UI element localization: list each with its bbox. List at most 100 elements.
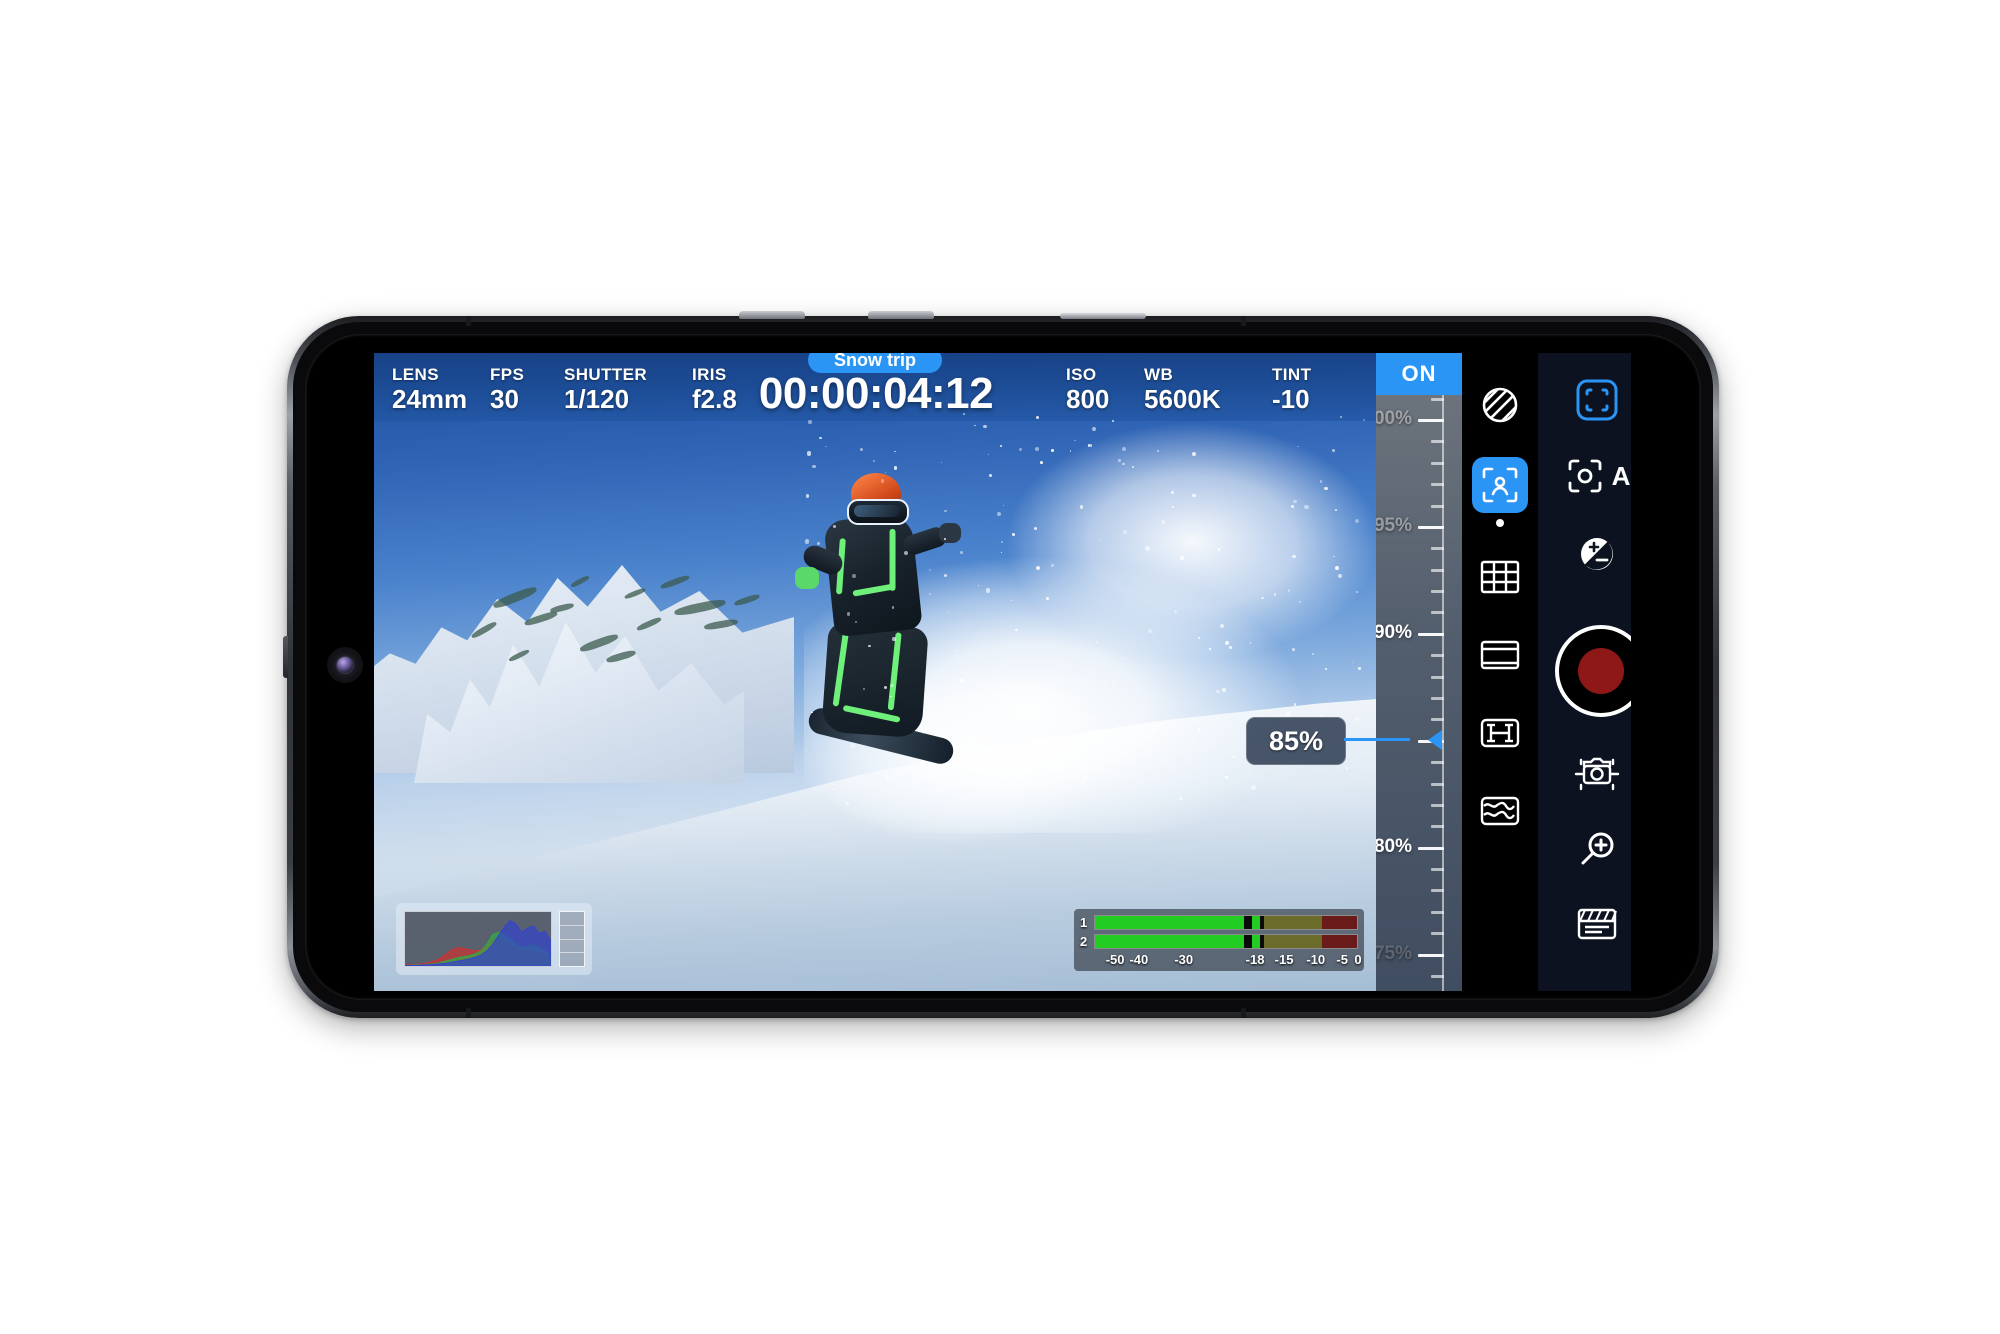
camera-control-bar[interactable]: A xyxy=(1538,353,1631,991)
safe-area-icon[interactable] xyxy=(1472,705,1528,761)
slider-tick-minor xyxy=(1431,397,1444,401)
hud-field-iso: ISO 800 xyxy=(1066,365,1109,414)
snow-particle xyxy=(806,451,812,456)
zebra-icon[interactable] xyxy=(1472,377,1528,433)
hud-value-tint: -10 xyxy=(1272,384,1310,414)
audio-seg-red xyxy=(1321,934,1357,948)
snow-particle xyxy=(1293,499,1297,503)
snow-particle xyxy=(1339,415,1342,418)
hud-value-lens: 24mm xyxy=(392,384,468,414)
snow-particle xyxy=(1034,685,1037,687)
snow-particle xyxy=(985,588,991,593)
histogram-channel-buttons[interactable] xyxy=(559,911,585,967)
slider-handle[interactable] xyxy=(1428,729,1442,750)
jacket-stripe xyxy=(852,583,895,597)
snow-particle xyxy=(852,574,856,578)
snow-particle xyxy=(1261,597,1264,600)
overlay-toggle-column[interactable] xyxy=(1462,353,1538,991)
snow-particle xyxy=(1096,640,1099,643)
snow-particle xyxy=(805,494,809,498)
face-detect-icon[interactable] xyxy=(1472,457,1528,513)
hud-field-lens: LENS 24mm xyxy=(392,365,467,414)
snowboarder-subject xyxy=(795,473,961,773)
slider-tick-minor xyxy=(1431,932,1444,936)
rgb-histogram[interactable] xyxy=(396,903,592,975)
audio-channel-label: 2 xyxy=(1080,933,1088,949)
snow-particle xyxy=(1355,591,1358,593)
snow-particle xyxy=(1122,529,1127,534)
magnify-button[interactable] xyxy=(1538,829,1631,871)
snow-particle xyxy=(1118,459,1121,462)
hud-label-wb: WB xyxy=(1144,365,1174,384)
record-indicator xyxy=(1578,648,1624,694)
slider-value-tooltip: 85% xyxy=(1246,716,1346,765)
snow-particle xyxy=(947,611,949,613)
hud-value-wb: 5600K xyxy=(1144,384,1221,414)
snow-particle xyxy=(1225,775,1229,779)
snow-particle xyxy=(1332,448,1335,452)
letterbox-icon[interactable] xyxy=(1472,627,1528,683)
power-button[interactable] xyxy=(1060,313,1146,319)
audio-scale-label: -18 xyxy=(1245,952,1265,967)
snow-particle xyxy=(1293,703,1297,706)
snow-particle xyxy=(890,683,894,688)
slider-scale[interactable]: 100% 95% 90% 80% 75% xyxy=(1376,395,1462,991)
false-color-icon[interactable] xyxy=(1472,783,1528,839)
snow-particle xyxy=(960,551,964,554)
snow-particle xyxy=(1179,797,1182,800)
snow-particle xyxy=(983,424,987,429)
volume-down-button[interactable] xyxy=(868,311,934,319)
audio-level-meter[interactable]: 1 2 -50 -40 -30 -18 -15 -10 -5 0 xyxy=(1074,909,1364,971)
snow-particle xyxy=(884,471,886,474)
goggle-lens xyxy=(854,505,900,517)
antenna-seam xyxy=(466,316,471,326)
audio-scale-label: -30 xyxy=(1174,952,1194,967)
snow-particle xyxy=(1131,465,1134,468)
slider-tick-minor xyxy=(1431,782,1444,786)
hud-field-shutter: SHUTTER 1/120 xyxy=(564,365,647,414)
face-detect-active-dot xyxy=(1496,519,1504,527)
stabilization-button[interactable] xyxy=(1538,753,1631,793)
snow-particle xyxy=(1083,775,1087,779)
volume-up-button[interactable] xyxy=(739,311,805,319)
snow-particle xyxy=(805,539,810,544)
record-button[interactable] xyxy=(1555,625,1631,717)
autofocus-button[interactable]: A xyxy=(1538,455,1631,497)
histogram-button-4[interactable] xyxy=(560,953,584,966)
snow-particle xyxy=(1222,687,1227,692)
slider-tick-minor xyxy=(1431,889,1444,893)
snow-particle xyxy=(894,450,896,453)
slider-tick-major xyxy=(1418,419,1444,422)
exposure-compensation-button[interactable] xyxy=(1538,533,1631,575)
slider-tick-label: 80% xyxy=(1376,835,1412,857)
focus-peaking-slider-panel[interactable]: ON 100% 95% 90% 80% 75% xyxy=(1376,353,1462,991)
snow-particle xyxy=(1011,532,1015,536)
autofocus-row: A xyxy=(1564,455,1630,497)
front-camera-lens xyxy=(337,657,353,673)
hud-value-iso: 800 xyxy=(1066,384,1110,414)
slider-tick-minor xyxy=(1431,761,1444,765)
snow-particle xyxy=(1034,526,1038,530)
histogram-button-2[interactable] xyxy=(560,925,584,940)
histogram-button-1[interactable] xyxy=(560,912,584,926)
phone-screen: LENS 24mm FPS 30 SHUTTER 1/120 IRIS f2.8… xyxy=(374,353,1631,991)
camera-viewfinder[interactable]: LENS 24mm FPS 30 SHUTTER 1/120 IRIS f2.8… xyxy=(374,353,1376,991)
slider-tick-minor xyxy=(1431,590,1444,594)
histogram-button-3[interactable] xyxy=(560,939,584,954)
snow-particle xyxy=(929,593,931,595)
hud-label-tint: TINT xyxy=(1272,365,1312,384)
slate-button[interactable] xyxy=(1538,905,1631,943)
pants-stripe xyxy=(887,632,902,711)
slider-tick-minor xyxy=(1431,868,1444,872)
focus-frame-button[interactable] xyxy=(1538,377,1631,423)
slider-toggle-on-button[interactable]: ON xyxy=(1376,353,1462,395)
snow-particle xyxy=(1220,623,1225,628)
snow-particle xyxy=(1248,771,1250,773)
snow-particle xyxy=(892,637,896,641)
snow-particle xyxy=(1363,418,1366,421)
timecode-display: 00:00:04:12 xyxy=(758,369,994,418)
audio-bar-1 xyxy=(1094,914,1358,930)
audio-seg-green xyxy=(1095,934,1245,948)
grid-icon[interactable] xyxy=(1472,549,1528,605)
hud-value-shutter: 1/120 xyxy=(564,384,630,414)
